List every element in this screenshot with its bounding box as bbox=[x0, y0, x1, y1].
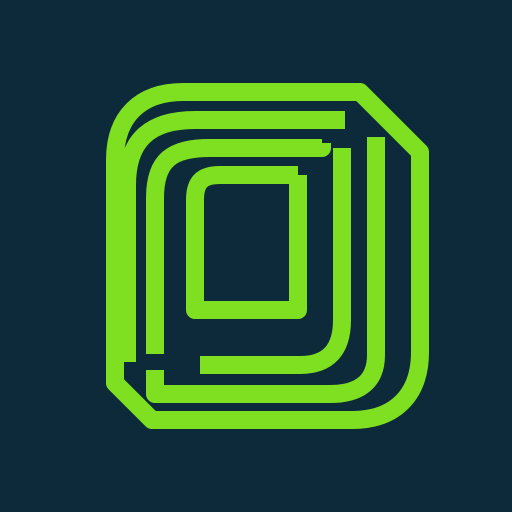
logo-core-hook bbox=[186, 166, 307, 319]
nested-rounded-squares-logo-icon bbox=[106, 83, 429, 429]
app-icon-background bbox=[0, 0, 512, 512]
